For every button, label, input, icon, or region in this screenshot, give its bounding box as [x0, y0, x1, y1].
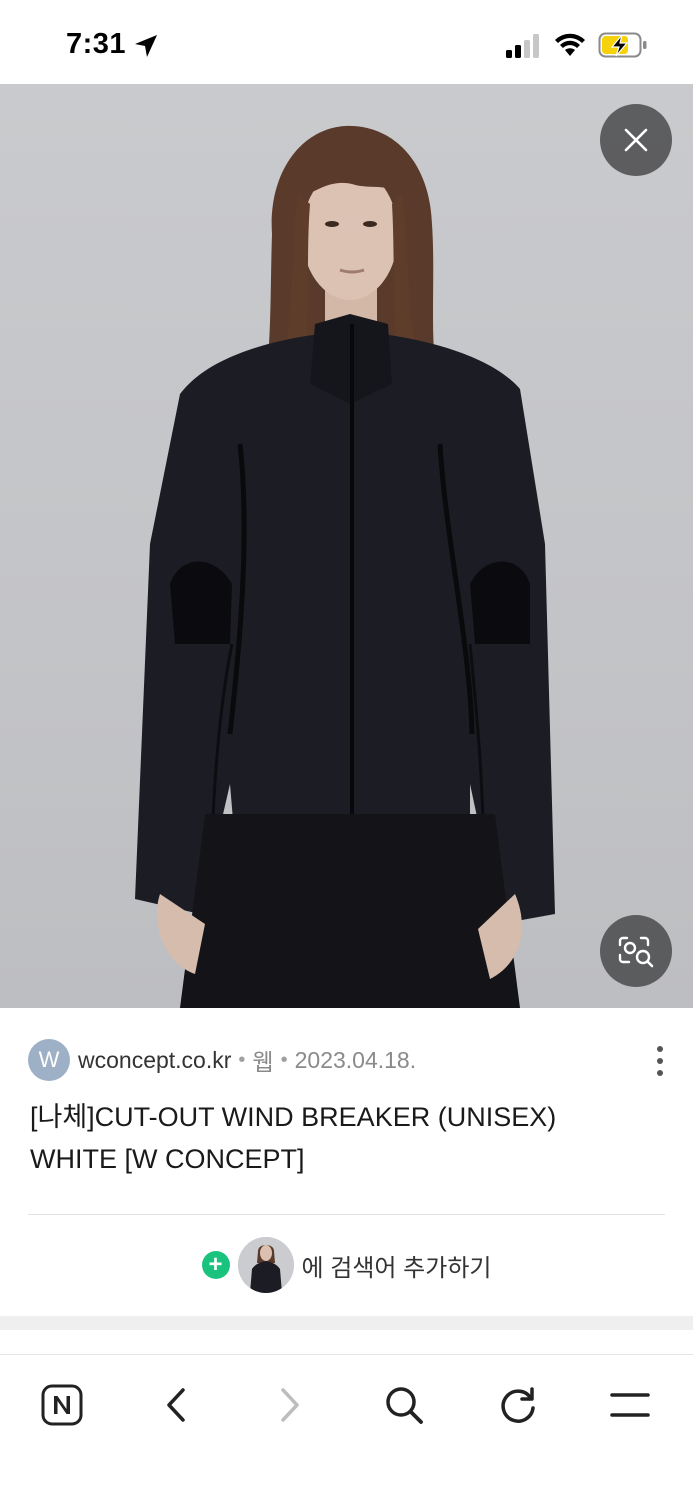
section-separator: [0, 1316, 693, 1330]
plus-icon: +: [201, 1251, 230, 1279]
naver-n-icon: [41, 1384, 83, 1426]
refresh-icon: [501, 1387, 535, 1423]
divider: [28, 1214, 665, 1215]
refresh-button[interactable]: [488, 1375, 548, 1435]
wifi-icon: [555, 33, 585, 56]
thumbnail-photo: [237, 1237, 294, 1293]
separator-dot: •: [280, 1048, 288, 1071]
more-vertical-icon[interactable]: [648, 1044, 672, 1078]
browser-toolbar: [0, 1354, 693, 1500]
source-date: 2023.04.18.: [294, 1046, 417, 1073]
result-image[interactable]: [0, 84, 693, 1008]
back-button[interactable]: [146, 1375, 206, 1435]
result-card[interactable]: W wconcept.co.kr • 웹 • 2023.04.18. [나체]C…: [0, 1008, 693, 1316]
image-thumbnail: [237, 1237, 294, 1293]
search-button[interactable]: [374, 1375, 434, 1435]
chevron-left-icon: [167, 1388, 185, 1422]
menu-button[interactable]: [600, 1375, 660, 1435]
home-button[interactable]: [32, 1375, 92, 1435]
source-domain[interactable]: wconcept.co.kr: [78, 1047, 231, 1074]
forward-button[interactable]: [260, 1375, 320, 1435]
status-time: 7:31: [66, 28, 127, 60]
source-type: 웹: [252, 1049, 274, 1075]
site-favicon: W: [28, 1039, 70, 1081]
cellular-signal-icon: [506, 34, 539, 58]
source-row[interactable]: W wconcept.co.kr • 웹 • 2023.04.18.: [28, 1039, 417, 1081]
image-search-button[interactable]: [600, 915, 672, 987]
separator-dot: •: [238, 1048, 246, 1071]
next-section-top: [0, 1330, 693, 1354]
chevron-right-icon: [281, 1388, 299, 1422]
menu-icon: [610, 1393, 650, 1417]
close-button[interactable]: [600, 104, 672, 176]
result-title[interactable]: [나체]CUT-OUT WIND BREAKER (UNISEX) WHITE …: [30, 1096, 650, 1180]
status-bar: 7:31: [0, 0, 693, 84]
battery-charging-icon: [598, 32, 647, 58]
close-icon: [624, 128, 648, 152]
model-photo: [135, 125, 555, 1008]
image-search-icon: [618, 936, 654, 968]
add-search-term-button[interactable]: + 에 검색어 추가하기: [0, 1236, 693, 1294]
location-arrow-icon: [135, 35, 157, 57]
add-search-label: 에 검색어 추가하기: [301, 1254, 492, 1282]
search-icon: [386, 1387, 423, 1424]
